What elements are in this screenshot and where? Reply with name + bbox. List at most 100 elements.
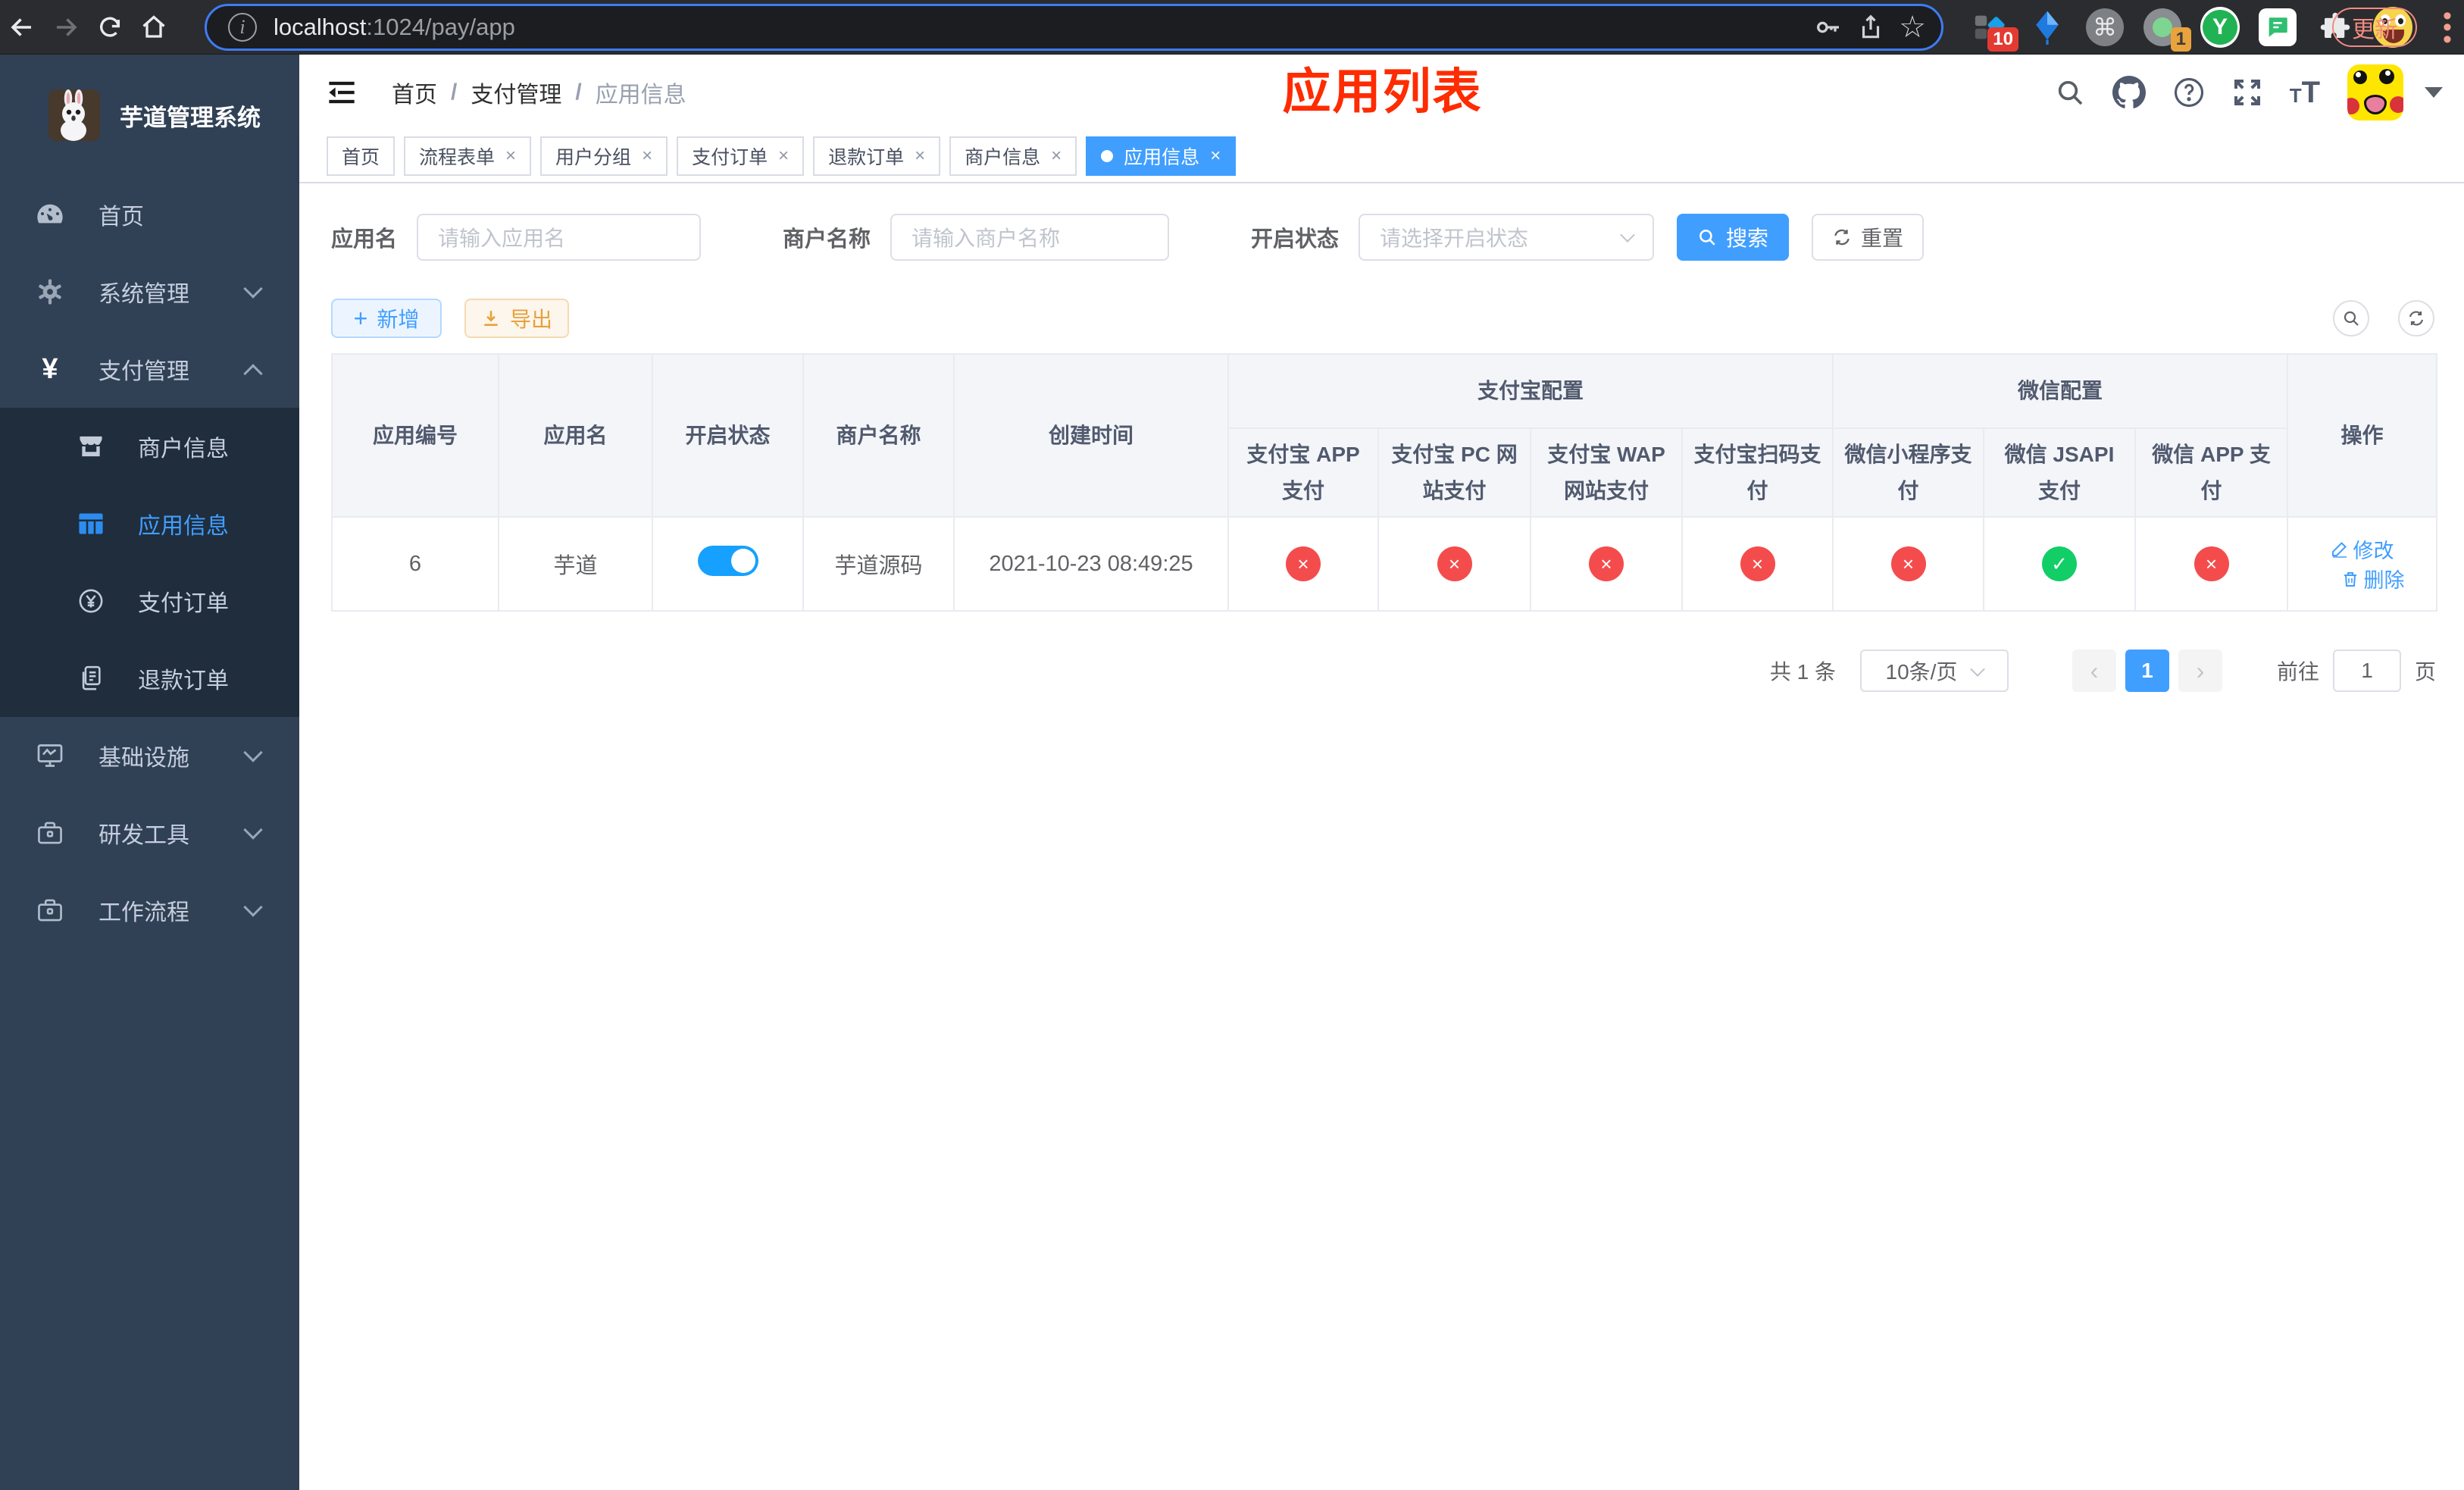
chrome-update-button[interactable]: 更新 [2332,8,2417,47]
close-icon[interactable]: × [1051,146,1062,167]
tag-user-group[interactable]: 用户分组 × [540,136,668,176]
fullscreen-icon[interactable] [2232,77,2262,108]
collapse-sidebar-icon[interactable] [327,80,357,105]
logo-row[interactable]: 芋道管理系统 [0,55,299,176]
search-button[interactable]: 搜索 [1677,214,1790,261]
url-text[interactable]: localhost:1024/pay/app [274,14,515,41]
page-size-select[interactable]: 10条/页 [1859,650,2009,693]
sidebar-item-label: 退款订单 [138,668,229,693]
extension-chat-icon[interactable] [2258,8,2297,47]
show-search-toggle-button[interactable] [2333,300,2370,337]
header-bar: 首页 / 支付管理 / 应用信息 应用列表 TT [299,55,2464,130]
user-avatar[interactable] [2347,64,2404,121]
sidebar-item-dev-tools[interactable]: 研发工具 [0,794,299,872]
sidebar-item-home[interactable]: 首页 [0,176,299,253]
sidebar-item-payment[interactable]: ¥ 支付管理 [0,330,299,408]
page-1-button[interactable]: 1 [2125,650,2169,693]
next-page-button[interactable]: › [2178,650,2222,693]
add-button[interactable]: + 新增 [331,299,442,338]
close-icon[interactable]: × [778,146,789,167]
col-wx-mini: 微信小程序支付 [1832,427,1985,518]
sidebar-item-workflow[interactable]: 工作流程 [0,872,299,949]
cell-alipay-pc: × [1377,516,1531,612]
tag-refund-order[interactable]: 退款订单 × [813,136,941,176]
cell-status [652,516,804,612]
export-button[interactable]: 导出 [464,299,569,338]
prev-page-button[interactable]: ‹ [2072,650,2116,693]
chevron-down-icon [1620,227,1635,243]
cell-merchant: 芋道源码 [802,516,955,612]
browser-toolbar: i localhost:1024/pay/app ☆ 10 ⌘ 1 Y 更新 •… [0,0,2464,55]
sidebar-item-infrastructure[interactable]: 基础设施 [0,717,299,794]
app-title: 芋道管理系统 [120,104,261,131]
sidebar-item-system[interactable]: 系统管理 [0,253,299,330]
app-name-input[interactable]: 请输入应用名 [417,214,702,261]
goto-label: 前往 [2276,660,2319,684]
tag-app-info[interactable]: 应用信息 × [1086,136,1237,176]
breadcrumb-payment[interactable]: 支付管理 [471,76,561,109]
sidebar-item-app-info[interactable]: 应用信息 [0,485,299,562]
help-icon[interactable] [2173,77,2205,108]
sidebar-item-label: 支付管理 [98,359,189,384]
tags-view: 首页 流程表单 × 用户分组 × 支付订单 × 退款订单 × 商户信息 × 应用信息 × [299,130,2464,183]
extension-proxy-icon[interactable]: 1 [2143,8,2191,52]
sidebar-item-label: 首页 [98,205,144,230]
extension-command-icon[interactable]: ⌘ [2085,8,2125,47]
cell-actions: 修改 删除 [2287,516,2438,612]
sidebar-item-refund-orders[interactable]: 退款订单 [0,640,299,717]
tag-merchant-info[interactable]: 商户信息 × [949,136,1077,176]
bookmark-star-icon[interactable]: ☆ [1899,12,1926,42]
extension-kite-icon[interactable] [2028,8,2067,47]
delete-button[interactable]: 删除 [2341,564,2405,593]
address-bar[interactable]: i localhost:1024/pay/app ☆ [205,4,1943,51]
password-key-icon[interactable] [1812,12,1843,42]
tag-pay-order[interactable]: 支付订单 × [677,136,805,176]
status-toggle[interactable] [697,546,758,577]
extension-y-icon[interactable]: Y [2200,7,2240,48]
reset-button[interactable]: 重置 [1812,214,1925,261]
col-wx-app: 微信 APP 支付 [2134,427,2289,518]
extension-layout-icon[interactable]: 10 [1970,8,2018,52]
tag-process-form[interactable]: 流程表单 × [404,136,532,176]
sidebar-item-merchant-info[interactable]: 商户信息 [0,408,299,485]
plus-icon: + [353,304,368,332]
close-icon[interactable]: × [1210,146,1221,167]
yen-icon: ¥ [42,353,58,385]
cell-app-name: 芋道 [498,516,653,612]
status-select[interactable]: 请选择开启状态 [1359,214,1655,261]
sidebar-item-pay-orders[interactable]: 支付订单 [0,562,299,640]
refresh-table-button[interactable] [2398,300,2435,337]
payment-submenu: 商户信息 应用信息 支付订单 退款订单 [0,408,299,717]
gear-icon [33,278,67,305]
home-icon[interactable] [132,5,176,49]
tag-home[interactable]: 首页 [327,136,396,176]
font-size-icon[interactable]: TT [2290,76,2320,110]
goto-page-input[interactable]: 1 [2332,650,2401,693]
grid-icon [74,512,108,535]
sidebar-item-label: 应用信息 [138,514,229,539]
sidebar-item-label: 系统管理 [98,282,189,307]
col-merchant: 商户名称 [802,352,955,518]
merchant-name-input[interactable]: 请输入商户名称 [890,214,1170,261]
chrome-menu-icon[interactable]: • • • [2441,3,2453,52]
reload-icon[interactable] [88,5,132,49]
back-icon[interactable] [0,5,44,49]
close-icon[interactable]: × [915,146,925,167]
breadcrumb-home[interactable]: 首页 [392,76,437,109]
sidebar-item-label: 支付订单 [138,591,229,616]
close-icon[interactable]: × [505,146,516,167]
share-icon[interactable] [1856,13,1885,42]
avatar-dropdown-caret[interactable] [2425,87,2444,98]
edit-button[interactable]: 修改 [2331,534,2394,564]
github-icon[interactable] [2112,76,2146,109]
close-icon[interactable]: × [642,146,652,167]
col-app-id: 应用编号 [331,352,499,518]
content-area: 应用名 请输入应用名 商户名称 请输入商户名称 开启状态 请选择开启状态 搜索 … [299,183,2464,1490]
site-info-icon[interactable]: i [228,13,257,42]
toolbox-icon [33,821,67,845]
col-alipay-qr: 支付宝扫码支付 [1681,427,1834,518]
chevron-down-icon [243,820,263,840]
header-search-icon[interactable] [2055,77,2085,108]
cell-wx-app: × [2134,516,2289,612]
forward-icon[interactable] [44,5,88,49]
